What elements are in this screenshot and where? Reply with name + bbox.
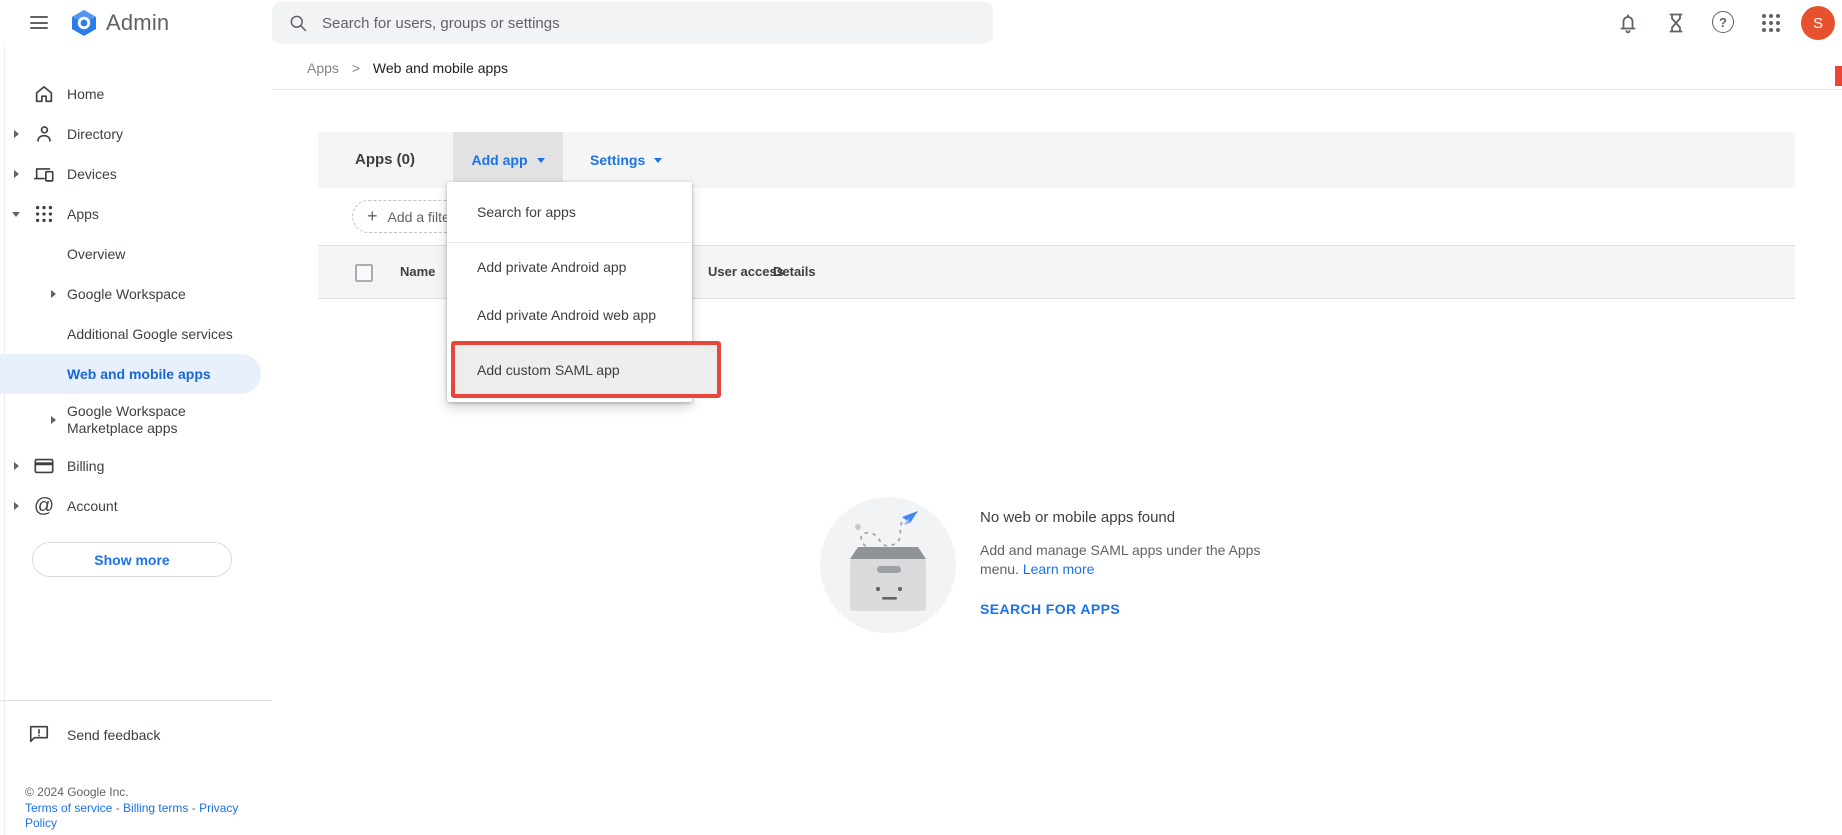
sidebar-item-directory[interactable]: Directory [0, 114, 272, 154]
google-apps-grid-icon[interactable] [1759, 11, 1783, 35]
breadcrumb-apps-link[interactable]: Apps [307, 60, 339, 76]
devices-icon [34, 168, 54, 182]
expand-arrow-icon[interactable] [51, 290, 56, 298]
sidebar-item-devices[interactable]: Devices [0, 154, 272, 194]
feedback-bubble-icon [29, 725, 49, 743]
home-icon [35, 86, 53, 103]
paper-plane-icon [902, 511, 918, 525]
apps-grid-icon [35, 205, 53, 223]
sidebar-item-marketplace-apps[interactable]: Google Workspace Marketplace apps [0, 394, 272, 446]
sidebar-item-additional-google-services[interactable]: Additional Google services [0, 314, 272, 354]
copyright-text: © 2024 Google Inc. [25, 785, 129, 799]
terms-of-service-link[interactable]: Terms of service [25, 801, 112, 815]
sidebar-item-google-workspace[interactable]: Google Workspace [0, 274, 272, 314]
main-menu-icon[interactable] [30, 16, 48, 30]
sidebar-item-apps[interactable]: Apps [0, 194, 272, 234]
billing-card-icon [34, 458, 54, 474]
menu-item-search-for-apps[interactable]: Search for apps [447, 182, 692, 243]
breadcrumb-separator: > [351, 60, 360, 76]
expand-arrow-icon[interactable] [14, 130, 19, 138]
search-icon [290, 15, 307, 32]
search-input[interactable] [322, 14, 922, 32]
sidebar-navigation: Home Directory Devices Apps Overview Goo… [0, 46, 272, 835]
sidebar-item-overview[interactable]: Overview [0, 234, 272, 274]
menu-item-add-private-android-app[interactable]: Add private Android app [447, 243, 692, 291]
expand-arrow-icon[interactable] [14, 502, 19, 510]
collapse-arrow-icon[interactable] [12, 212, 20, 217]
account-avatar[interactable]: S [1801, 6, 1835, 40]
menu-item-add-custom-saml-app[interactable]: Add custom SAML app [451, 341, 721, 398]
sidebar-item-home[interactable]: Home [0, 74, 272, 114]
menu-item-add-private-android-web-app[interactable]: Add private Android web app [447, 291, 692, 339]
expand-arrow-icon[interactable] [14, 462, 19, 470]
empty-box-illustration [820, 497, 956, 633]
expand-arrow-icon[interactable] [51, 416, 56, 424]
show-more-button[interactable]: Show more [32, 542, 232, 577]
person-icon [37, 126, 51, 142]
help-icon[interactable]: ? [1712, 11, 1736, 35]
sidebar-item-billing[interactable]: Billing [0, 446, 272, 486]
breadcrumb: Apps > Web and mobile apps [272, 46, 1842, 90]
breadcrumb-current-page: Web and mobile apps [372, 60, 509, 76]
send-feedback-button[interactable]: Send feedback [0, 715, 272, 755]
billing-terms-link[interactable]: Billing terms [123, 801, 188, 815]
top-app-bar: Admin ? S [0, 0, 1842, 46]
sidebar-footer: Send feedback © 2024 Google Inc. Terms o… [0, 700, 272, 835]
empty-state-title: No web or mobile apps found [980, 509, 1176, 526]
hourglass-icon[interactable] [1664, 11, 1688, 35]
sidebar-item-account[interactable]: @ Account [0, 486, 272, 526]
global-search[interactable] [272, 2, 993, 44]
learn-more-link[interactable]: Learn more [1023, 561, 1095, 577]
search-for-apps-button[interactable]: SEARCH FOR APPS [980, 601, 1120, 617]
app-title: Admin [106, 10, 170, 35]
expand-arrow-icon[interactable] [14, 170, 19, 178]
sidebar-item-web-and-mobile-apps[interactable]: Web and mobile apps [0, 354, 261, 394]
at-sign-icon: @ [33, 495, 55, 517]
annotation-sliver [1835, 66, 1842, 86]
google-admin-logo-icon [72, 10, 96, 36]
empty-state-description: Add and manage SAML apps under the Apps … [980, 542, 1261, 577]
notifications-bell-icon[interactable] [1616, 11, 1640, 35]
